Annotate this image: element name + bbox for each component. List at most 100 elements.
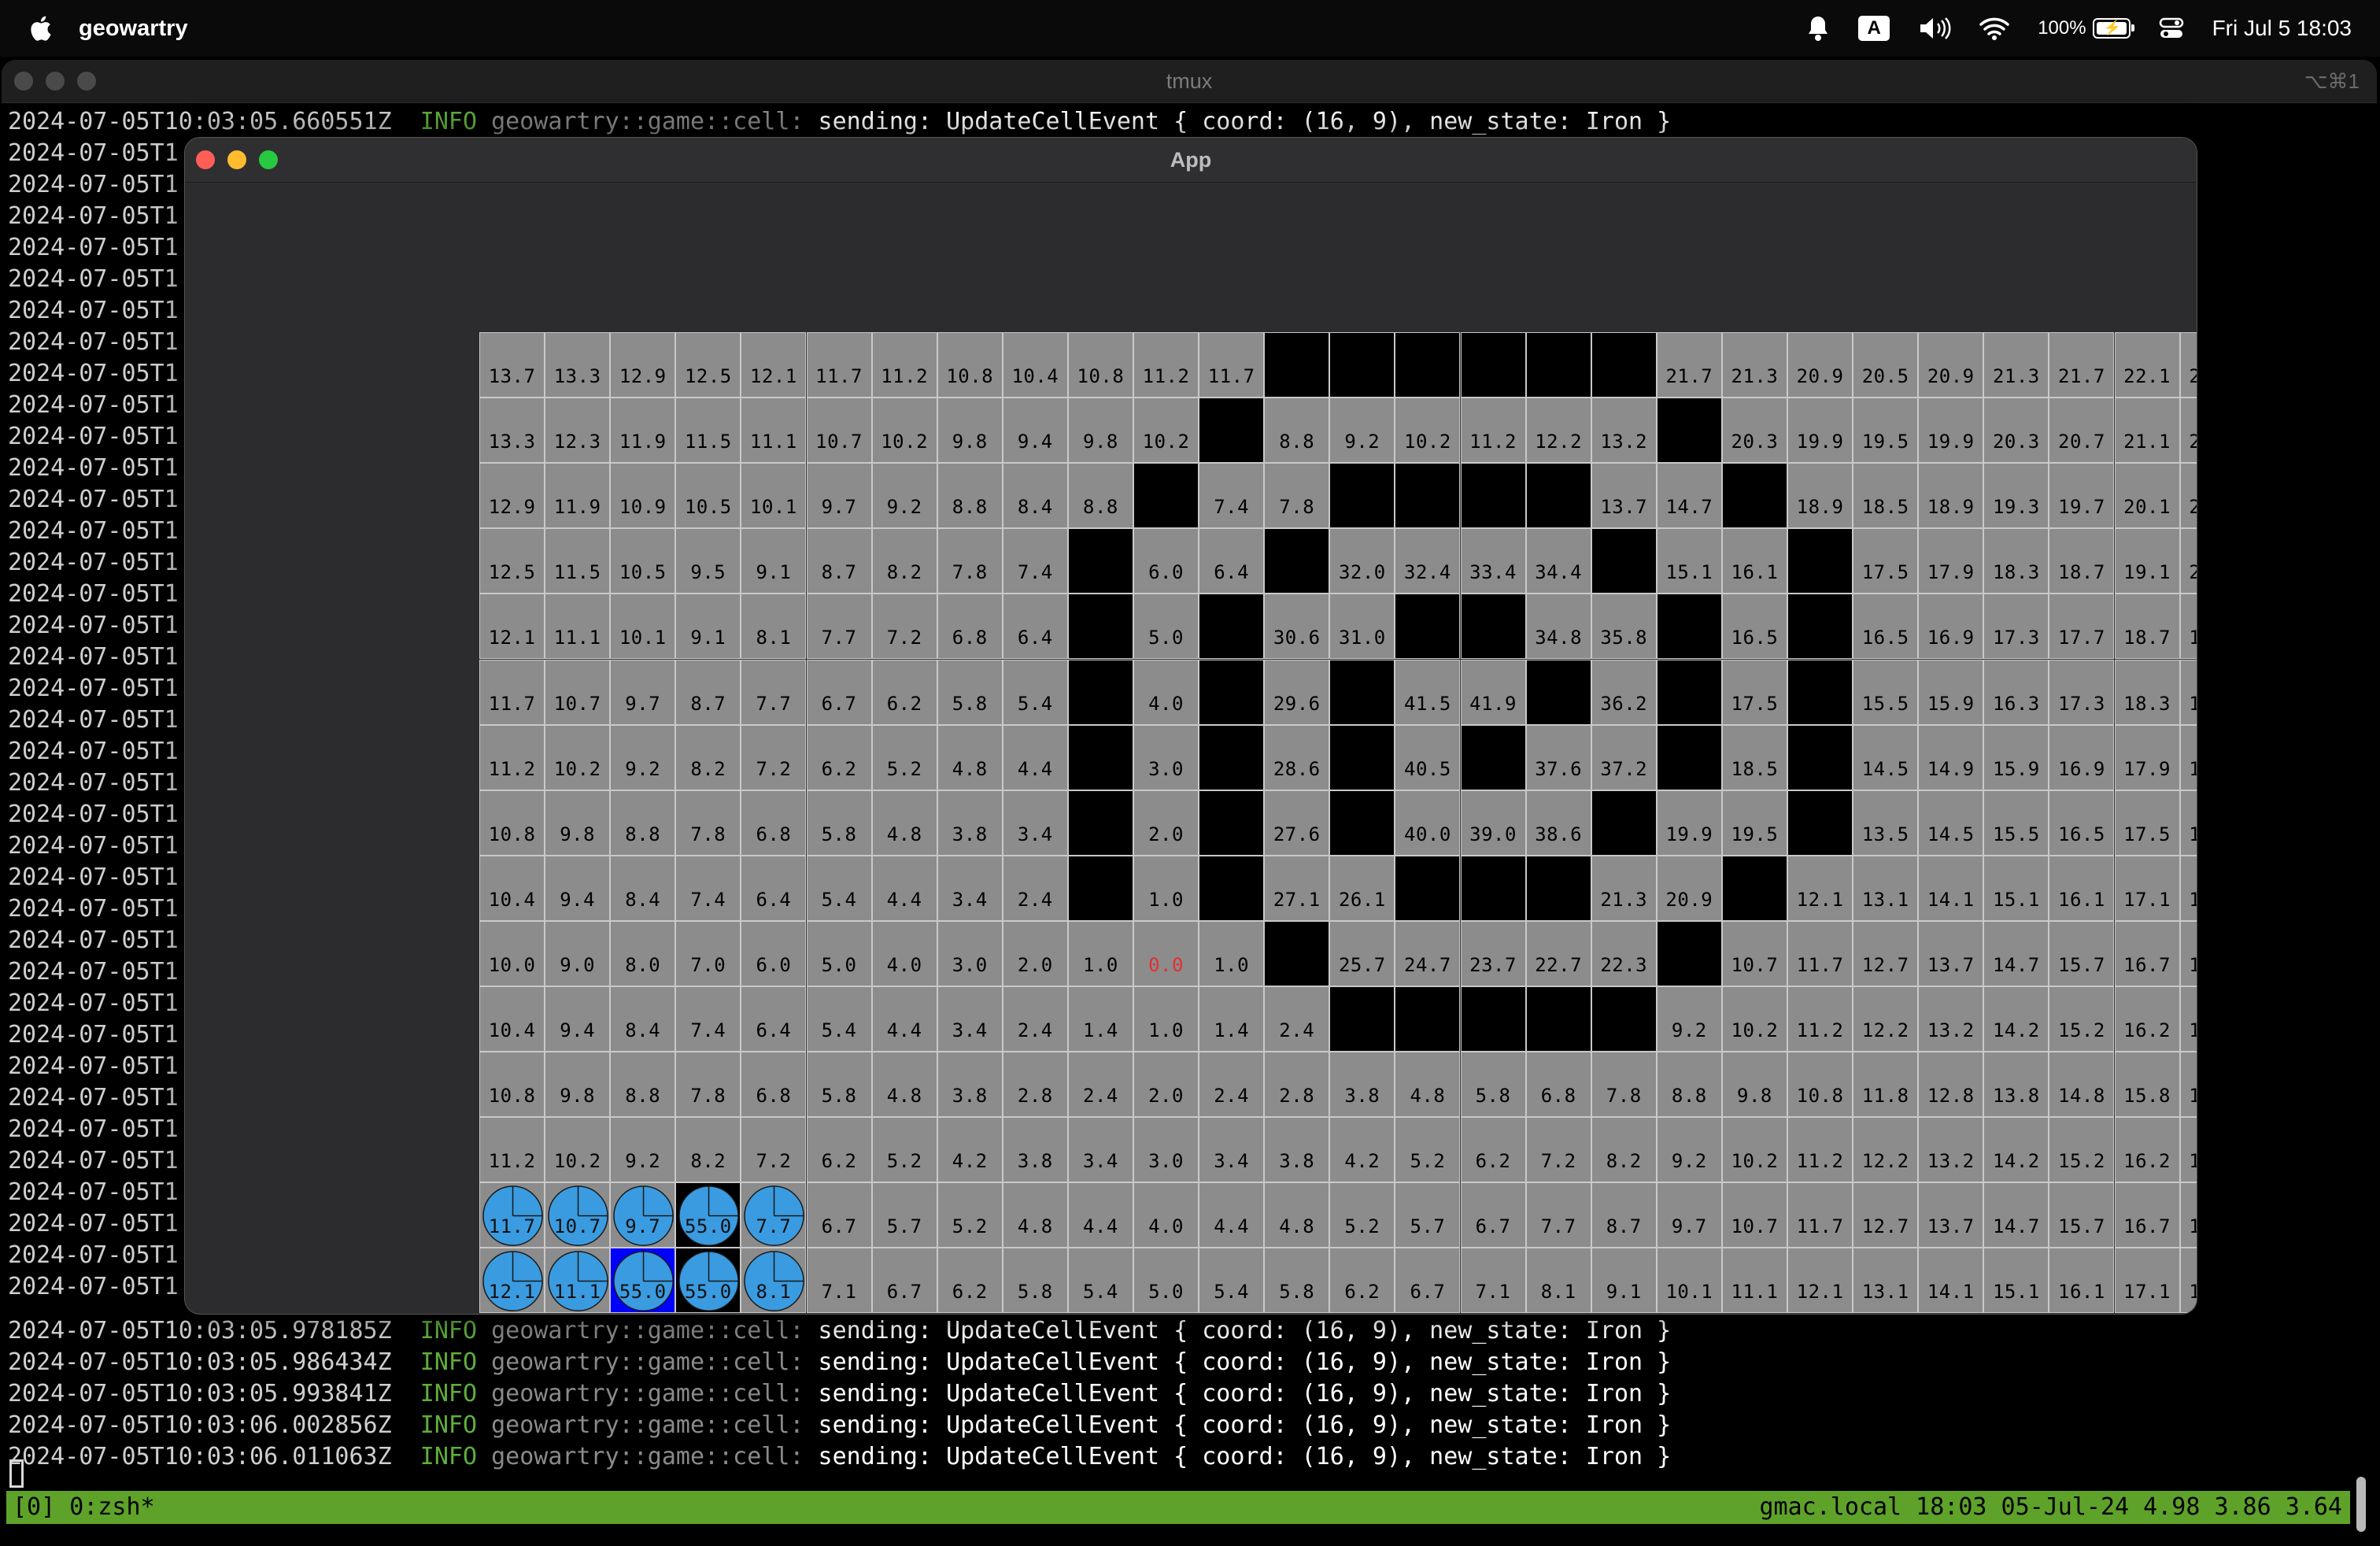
grid-cell[interactable]: 17.7 (2049, 594, 2115, 660)
grid-cell[interactable]: 21.7 (2049, 332, 2115, 398)
grid-cell[interactable]: 13.8 (1983, 1052, 2049, 1118)
grid-cell[interactable]: 32.4 (1395, 528, 1461, 594)
grid-cell[interactable]: 3.0 (1133, 1117, 1199, 1183)
grid-cell[interactable]: 14.1 (1918, 1248, 1984, 1314)
grid-cell[interactable]: 13.7 (479, 332, 545, 398)
grid-cell[interactable]: 4.4 (1199, 1182, 1265, 1248)
grid-cell[interactable]: 39.0 (1460, 790, 1526, 856)
grid-cell[interactable]: 20.7 (2049, 398, 2115, 464)
grid-cell[interactable]: 16.7 (2114, 920, 2180, 986)
grid-cell[interactable]: 6.4 (741, 986, 807, 1052)
grid-cell[interactable]: 20.1 (2114, 463, 2180, 529)
grid-cell[interactable]: 11.7 (806, 332, 872, 398)
grid-cell[interactable]: 17.1 (2114, 1248, 2180, 1314)
wall-cell[interactable] (1525, 659, 1591, 725)
grid-cell[interactable]: 22.7 (1525, 920, 1591, 986)
grid-cell[interactable]: 2.8 (1264, 1052, 1330, 1118)
grid-cell[interactable]: 10.2 (1721, 1117, 1787, 1183)
grid-cell[interactable]: 6.7 (806, 1182, 872, 1248)
grid-cell[interactable]: 9.7 (1656, 1182, 1722, 1248)
grid-cell[interactable]: 9.2 (871, 463, 937, 529)
wall-cell[interactable] (1199, 724, 1265, 790)
wall-cell[interactable] (1656, 594, 1722, 660)
grid-cell[interactable]: 36.2 (1591, 659, 1657, 725)
grid-cell[interactable]: 14.7 (1656, 463, 1722, 529)
grid-cell[interactable]: 14.5 (1853, 724, 1919, 790)
wall-cell[interactable] (1656, 724, 1722, 790)
grid-cell[interactable] (1199, 1313, 1265, 1314)
grid-cell[interactable]: 17.9 (1918, 528, 1984, 594)
grid-cell[interactable]: 10.5 (675, 463, 741, 529)
wall-cell[interactable] (1525, 463, 1591, 529)
grid-cell[interactable]: 33.4 (1460, 528, 1526, 594)
grid-cell[interactable]: 5.7 (871, 1182, 937, 1248)
wall-cell[interactable] (1656, 398, 1722, 464)
grid-cell[interactable]: 6.8 (741, 1052, 807, 1118)
grid-cell[interactable]: 15.9 (1983, 724, 2049, 790)
wall-cell[interactable] (1199, 659, 1265, 725)
grid-cell[interactable]: 1.0 (1067, 920, 1133, 986)
grid-cell[interactable]: 13.3 (479, 398, 545, 464)
grid-cell[interactable]: 12.1 (1787, 855, 1853, 921)
unit-cell[interactable] (479, 1313, 545, 1314)
grid-cell[interactable]: 11.5 (675, 398, 741, 464)
grid-cell[interactable]: 14.2 (1983, 1117, 2049, 1183)
grid-cell[interactable]: 10.7 (545, 659, 611, 725)
grid-cell[interactable]: 22.6 (2179, 332, 2197, 398)
grid-cell[interactable]: 3.4 (937, 986, 1003, 1052)
grid-cell[interactable]: 11.2 (1133, 332, 1199, 398)
app-titlebar[interactable]: App (185, 138, 2197, 183)
grid-cell[interactable]: 6.2 (806, 1117, 872, 1183)
grid-cell[interactable]: 9.8 (545, 1052, 611, 1118)
grid-cell[interactable]: 10.8 (1067, 332, 1133, 398)
grid-cell[interactable]: 35.8 (1591, 594, 1657, 660)
grid-cell[interactable]: 13.1 (1853, 1248, 1919, 1314)
grid-cell[interactable]: 18.5 (1853, 463, 1919, 529)
input-source-icon[interactable]: A (1858, 16, 1890, 41)
grid-cell[interactable]: 11.1 (545, 594, 611, 660)
grid-cell[interactable]: 5.4 (1067, 1248, 1133, 1314)
grid-cell[interactable]: 3.8 (937, 1052, 1003, 1118)
grid-cell[interactable]: 6.7 (1395, 1248, 1461, 1314)
wall-cell[interactable] (1395, 332, 1461, 398)
grid-cell[interactable]: 8.1 (741, 594, 807, 660)
grid-cell[interactable]: 14.7 (1983, 920, 2049, 986)
grid-cell[interactable]: 12.1 (741, 332, 807, 398)
grid-cell[interactable]: 13.1 (1853, 855, 1919, 921)
grid-cell[interactable]: 5.0 (1133, 1248, 1199, 1314)
grid-cell[interactable]: 7.8 (1264, 463, 1330, 529)
wall-cell[interactable] (1199, 594, 1265, 660)
grid-cell[interactable]: 17.7 (2179, 1182, 2197, 1248)
grid-cell[interactable]: 4.8 (871, 1052, 937, 1118)
grid-cell[interactable]: 21.3 (1721, 332, 1787, 398)
grid-cell[interactable]: 41.5 (1395, 659, 1461, 725)
unit-cell[interactable]: 9.7 (610, 1182, 676, 1248)
grid-cell[interactable]: 10.1 (741, 463, 807, 529)
grid-cell[interactable]: 14.7 (1983, 1182, 2049, 1248)
grid-cell[interactable]: 17.5 (1721, 659, 1787, 725)
grid-cell[interactable]: 17.3 (2049, 659, 2115, 725)
grid-cell[interactable]: 13.2 (1918, 1117, 1984, 1183)
grid-cell[interactable] (1329, 1313, 1395, 1314)
grid-cell[interactable]: 4.0 (1133, 1182, 1199, 1248)
grid-cell[interactable]: 1.4 (1067, 986, 1133, 1052)
grid-cell[interactable]: 41.9 (1460, 659, 1526, 725)
grid-cell[interactable]: 8.4 (610, 855, 676, 921)
grid-cell[interactable]: 27.6 (1264, 790, 1330, 856)
grid-cell[interactable]: 8.0 (610, 920, 676, 986)
grid-cell[interactable]: 20.9 (1787, 332, 1853, 398)
grid-cell[interactable]: 16.2 (2114, 986, 2180, 1052)
wall-cell[interactable] (1591, 986, 1657, 1052)
game-board[interactable]: 13.7 13.3 12.9 12.5 12.1 11.7 11.2 10.8 10.4 10.8… (479, 332, 2197, 1314)
grid-cell[interactable]: 6.2 (1460, 1117, 1526, 1183)
grid-cell[interactable]: 6.8 (1525, 1052, 1591, 1118)
grid-cell[interactable]: 6.2 (937, 1248, 1003, 1314)
grid-cell[interactable]: 13.2 (1918, 986, 1984, 1052)
wall-cell[interactable] (1329, 332, 1395, 398)
grid-cell[interactable]: 16.1 (2049, 1248, 2115, 1314)
grid-cell[interactable]: 7.2 (1525, 1117, 1591, 1183)
grid-cell[interactable]: 15.2 (2049, 986, 2115, 1052)
grid-cell[interactable]: 6.8 (937, 594, 1003, 660)
grid-cell[interactable]: 2.0 (1133, 790, 1199, 856)
grid-cell[interactable]: 20.9 (1656, 855, 1722, 921)
